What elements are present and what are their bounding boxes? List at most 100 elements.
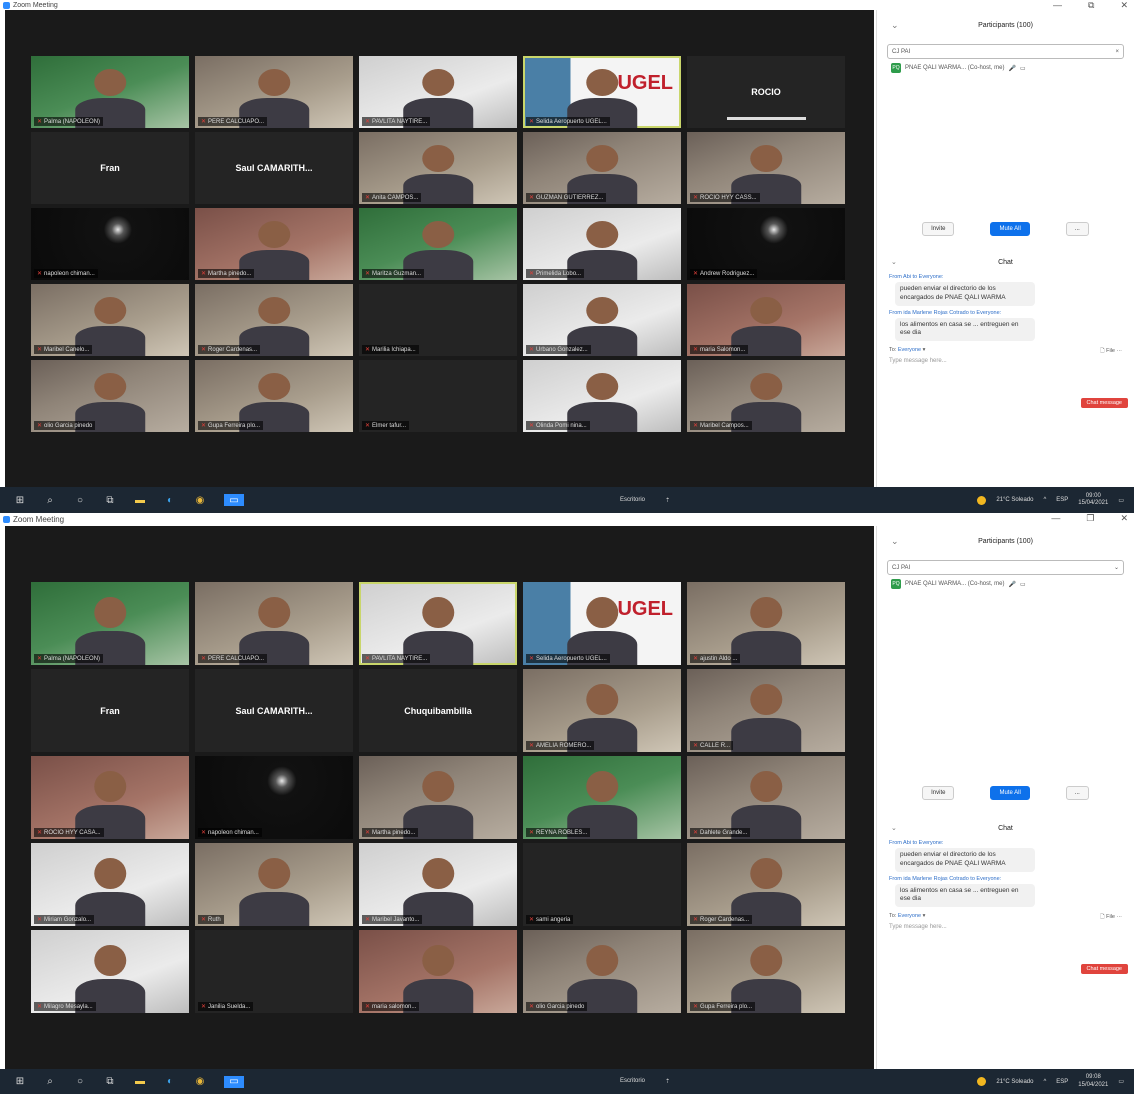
more-button[interactable]: ...	[1065, 786, 1089, 800]
video-icon[interactable]: ▭	[1020, 581, 1026, 588]
participant-video-tile[interactable]: ✕ PERE CALCUAPO...	[195, 56, 353, 128]
chevron-down-icon[interactable]: ⌄	[1114, 564, 1119, 571]
windows-start-icon[interactable]: ⊞	[14, 1076, 26, 1088]
chat-input[interactable]: Type message here...	[889, 924, 1122, 930]
zoom-taskbar-icon[interactable]: ▭	[224, 494, 244, 506]
chat-warning-badge[interactable]: Chat message	[1080, 398, 1128, 408]
search-icon[interactable]: ⌕	[44, 1076, 56, 1088]
participant-video-tile[interactable]: ✕ olio Garcia pinedo	[31, 360, 189, 432]
participant-video-tile[interactable]: ✕ Olinda Pomi nina...	[523, 360, 681, 432]
task-view-icon[interactable]: ⧉	[104, 494, 116, 506]
network-icon[interactable]: ⇡	[665, 1078, 670, 1085]
cortana-icon[interactable]: ○	[74, 494, 86, 506]
chat-input[interactable]: Type message here...	[889, 358, 1122, 364]
file-icon[interactable]: 🗋	[1100, 914, 1104, 920]
participant-video-tile[interactable]: Fran	[31, 132, 189, 204]
invite-button[interactable]: Invite	[922, 786, 955, 800]
chat-warning-badge[interactable]: Chat message	[1080, 964, 1128, 974]
participant-video-tile[interactable]: ✕ ROCIO HYY CASA...	[31, 756, 189, 839]
edge-icon[interactable]: ◐	[164, 494, 176, 506]
task-view-icon[interactable]: ⧉	[104, 1076, 116, 1088]
participant-video-tile[interactable]: ✕ Dahlete Grande...	[687, 756, 845, 839]
chrome-icon[interactable]: ◉	[194, 494, 206, 506]
notification-icon[interactable]: ▭	[1118, 497, 1124, 504]
participant-video-tile[interactable]: Fran	[31, 669, 189, 752]
participant-video-tile[interactable]: ✕ Elmer tafur...	[359, 360, 517, 432]
participant-video-tile[interactable]: ✕ Gupa Ferreira plo...	[687, 930, 845, 1013]
participant-video-tile[interactable]: ✕ Ruth	[195, 843, 353, 926]
collapse-icon[interactable]: ⌄	[891, 20, 899, 31]
minimize-button[interactable]: —	[1051, 513, 1060, 524]
file-button[interactable]: File	[1106, 914, 1115, 920]
video-icon[interactable]: ▭	[1020, 65, 1026, 72]
participant-entry[interactable]: PQ PNAE QALI WARMA... (Co-host, me) 🎤 ▭	[891, 63, 1120, 73]
participant-video-tile[interactable]: ✕ Janilia Suelda...	[195, 930, 353, 1013]
file-explorer-icon[interactable]: ▬	[134, 1076, 146, 1088]
mic-icon[interactable]: 🎤	[1008, 581, 1015, 588]
desktop-label[interactable]: Escritorio	[620, 1078, 645, 1085]
participant-video-tile[interactable]: ✕ maria salomon...	[359, 930, 517, 1013]
mute-all-button[interactable]: Mute All	[990, 786, 1030, 800]
weather-text[interactable]: 21°C Soleado	[996, 1079, 1033, 1085]
participant-video-tile[interactable]: ✕ PAVLITA NAYTIRE...	[359, 582, 517, 665]
file-explorer-icon[interactable]: ▬	[134, 494, 146, 506]
clock[interactable]: 09:00 15/04/2021	[1078, 493, 1108, 507]
participant-video-tile[interactable]: ✕ PAVLITA NAYTIRE...	[359, 56, 517, 128]
collapse-icon[interactable]: ⌄	[891, 258, 897, 266]
participant-video-tile[interactable]: ✕ sami angeria	[523, 843, 681, 926]
participant-video-tile[interactable]: ✕ REYNA ROBLES...	[523, 756, 681, 839]
zoom-taskbar-icon[interactable]: ▭	[224, 1075, 244, 1088]
mute-all-button[interactable]: Mute All	[990, 222, 1030, 236]
participant-video-tile[interactable]: ✕ Roger Cardenas...	[687, 843, 845, 926]
search-icon[interactable]: ⌕	[44, 494, 56, 506]
participant-video-tile[interactable]: ✕ Gupa Ferreira plo...	[195, 360, 353, 432]
participant-video-tile[interactable]: ✕ GUZMAN GUTIERREZ...	[523, 132, 681, 204]
participant-video-tile[interactable]: ✕ Palma (NAPOLEON)	[31, 56, 189, 128]
collapse-icon[interactable]: ⌄	[891, 536, 899, 547]
participant-video-tile[interactable]: Saul CAMARITH...	[195, 669, 353, 752]
network-icon[interactable]: ⇡	[665, 497, 670, 504]
chevron-down-icon[interactable]: ▾	[923, 347, 926, 353]
weather-text[interactable]: 21°C Soleado	[996, 497, 1033, 503]
chevron-down-icon[interactable]: ▾	[923, 913, 926, 919]
notification-icon[interactable]: ▭	[1118, 1078, 1124, 1085]
participant-video-tile[interactable]: ✕ olio Garcia pinedo	[523, 930, 681, 1013]
file-button[interactable]: File	[1106, 348, 1115, 354]
invite-button[interactable]: Invite	[922, 222, 955, 236]
close-button[interactable]: ✕	[1120, 513, 1128, 524]
edge-icon[interactable]: ◐	[164, 1076, 176, 1088]
participant-video-tile[interactable]: ✕ ROCIO HYY CASS...	[687, 132, 845, 204]
participant-video-tile[interactable]: ✕ Marilia Ichiapa...	[359, 284, 517, 356]
participant-video-tile[interactable]: UGEL ✕ Selida Aeropuerto UGEL...	[523, 582, 681, 665]
participant-video-tile[interactable]: ✕ Maribel Canelo...	[31, 284, 189, 356]
participant-video-tile[interactable]: ✕ Andrew Rodriguez...	[687, 208, 845, 280]
clear-search-icon[interactable]: ×	[1115, 49, 1119, 55]
participant-video-tile[interactable]: ✕ PERE CALCUAPO...	[195, 582, 353, 665]
desktop-label[interactable]: Escritorio	[620, 497, 645, 504]
participant-search-input[interactable]: CJ PAI ×	[887, 44, 1124, 59]
tray-chevron-icon[interactable]: ^	[1043, 1079, 1046, 1085]
participant-video-tile[interactable]: ✕ Martha pinedo...	[195, 208, 353, 280]
participant-video-tile[interactable]: ✕ Milagro Mesayla...	[31, 930, 189, 1013]
participant-video-tile[interactable]: ✕ ajustin Aldo ...	[687, 582, 845, 665]
participant-video-tile[interactable]: ✕ Roger Cardenas...	[195, 284, 353, 356]
collapse-icon[interactable]: ⌄	[891, 824, 897, 832]
participant-video-tile[interactable]: ✕ napoleon chiman...	[31, 208, 189, 280]
participant-video-tile[interactable]: ✕ Palma (NAPOLEON)	[31, 582, 189, 665]
participant-video-tile[interactable]: UGEL ✕ Selida Aeropuerto UGEL...	[523, 56, 681, 128]
participant-video-tile[interactable]: ✕ Primelida Lobo...	[523, 208, 681, 280]
participant-video-tile[interactable]: ✕ Martha pinedo...	[359, 756, 517, 839]
participant-video-tile[interactable]: ✕ Maribel Campos...	[687, 360, 845, 432]
clock[interactable]: 09:08 15/04/2021	[1078, 1074, 1108, 1088]
participant-entry[interactable]: PQ PNAE QALI WARMA... (Co-host, me) 🎤 ▭	[891, 579, 1120, 589]
language-indicator[interactable]: ESP	[1056, 1079, 1068, 1085]
participant-video-tile[interactable]: ✕ Maribel Javanto...	[359, 843, 517, 926]
participant-video-tile[interactable]: ✕ Maritza Guzman...	[359, 208, 517, 280]
participant-video-tile[interactable]: ✕ Anita CAMPOS...	[359, 132, 517, 204]
chrome-icon[interactable]: ◉	[194, 1076, 206, 1088]
cortana-icon[interactable]: ○	[74, 1076, 86, 1088]
participant-search-input[interactable]: CJ PAI ⌄	[887, 560, 1124, 575]
participant-video-tile[interactable]: ✕ napoleon chiman...	[195, 756, 353, 839]
participant-video-tile[interactable]: ✕ AMELIA ROMERO...	[523, 669, 681, 752]
participant-video-tile[interactable]: ✕ Miriam Gonzalo...	[31, 843, 189, 926]
